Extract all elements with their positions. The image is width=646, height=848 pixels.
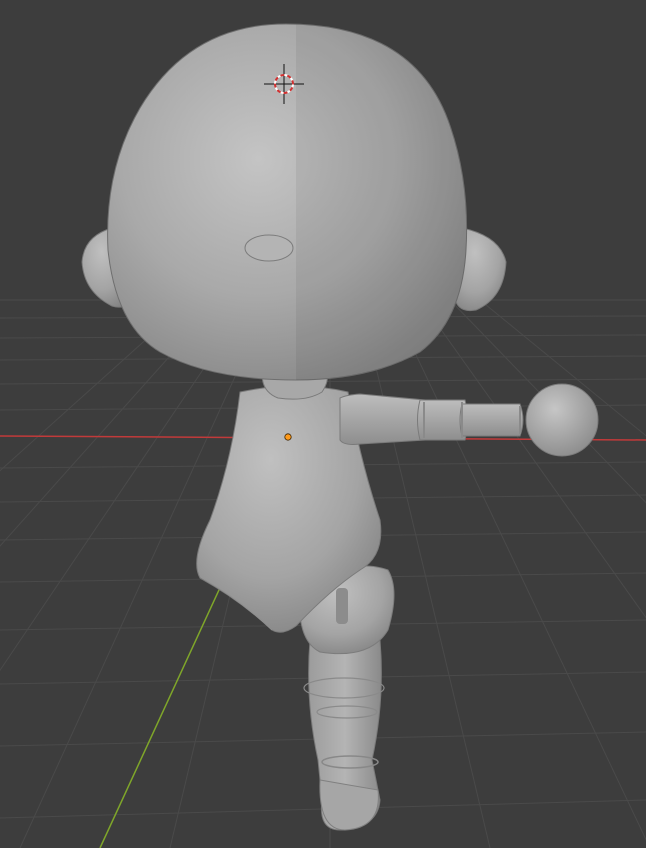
3d-viewport[interactable]: [0, 0, 646, 848]
hand[interactable]: [525, 383, 599, 457]
hip-joint: [336, 588, 348, 624]
nose[interactable]: [244, 234, 294, 262]
origin-point-icon[interactable]: [284, 433, 292, 441]
viewport-canvas[interactable]: [0, 0, 646, 848]
